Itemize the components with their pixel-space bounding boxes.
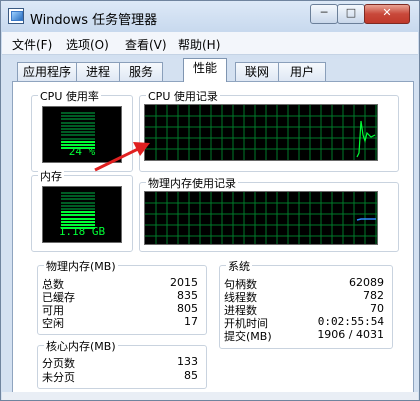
cpu-usage-bar-segment <box>61 137 95 140</box>
stat-value: 85 <box>184 369 198 382</box>
memory-bar-segment <box>61 204 95 207</box>
physical-memory-group: 物理内存(MB) 总数 2015 已缓存 835 可用 805 空闲 17 <box>37 258 207 335</box>
task-manager-app-icon <box>8 8 24 24</box>
memory-bar-segment <box>61 195 95 198</box>
memory-bar-segment <box>61 211 95 214</box>
stat-value: 0:02:55:54 <box>317 315 384 328</box>
tab-strip: 应用程序 进程 服务 性能 联网 用户 <box>1 57 419 82</box>
cpu-usage-meter: 24 % <box>42 106 122 163</box>
cpu-usage-bar-segment <box>61 140 95 143</box>
stat-row-available: 可用 805 <box>42 302 198 317</box>
system-group: 系统 句柄数 62089 线程数 782 进程数 70 开机时间 0:02:55… <box>219 258 393 349</box>
tab-networking[interactable]: 联网 <box>235 62 279 81</box>
maximize-button[interactable]: □ <box>337 4 365 24</box>
kernel-memory-title: 核心内存(MB) <box>44 338 118 354</box>
cpu-usage-value: 24 % <box>68 145 96 158</box>
memory-bar-segment <box>61 198 95 201</box>
stat-value: 133 <box>177 355 198 368</box>
stat-value: 2015 <box>170 276 198 289</box>
menu-help[interactable]: 帮助(H) <box>178 36 220 53</box>
cpu-usage-group: CPU 使用率 24 % <box>31 88 133 172</box>
stat-value: 835 <box>177 289 198 302</box>
cpu-usage-bar-segment <box>61 112 95 114</box>
minimize-button[interactable]: ─ <box>310 4 338 24</box>
cpu-history-trace <box>356 120 376 158</box>
memory-group: 内存 1.18 GB <box>31 168 133 252</box>
tab-services[interactable]: 服务 <box>119 62 163 81</box>
cpu-history-title: CPU 使用记录 <box>146 88 220 104</box>
cpu-usage-title: CPU 使用率 <box>38 88 101 104</box>
stat-label: 提交(MB) <box>224 330 272 343</box>
title-bar: Windows 任务管理器 ─ □ ✕ <box>1 1 419 31</box>
stat-value: 1906 / 4031 <box>317 328 384 341</box>
memory-history-grid <box>145 192 377 244</box>
menu-options[interactable]: 选项(O) <box>66 36 109 53</box>
window-title: Windows 任务管理器 <box>30 13 158 28</box>
stat-row-nonpaged: 未分页 85 <box>42 369 198 384</box>
task-manager-window: Windows 任务管理器 ─ □ ✕ 文件(F) 选项(O) 查看(V) 帮助… <box>0 0 420 401</box>
stat-value: 70 <box>370 302 384 315</box>
memory-meter: 1.18 GB <box>42 186 122 243</box>
kernel-memory-group: 核心内存(MB) 分页数 133 未分页 85 <box>37 338 207 389</box>
memory-history-trace <box>356 218 376 221</box>
stat-row-cached: 已缓存 835 <box>42 289 198 304</box>
tab-users[interactable]: 用户 <box>278 62 326 81</box>
stat-row-handles: 句柄数 62089 <box>224 276 384 291</box>
cpu-usage-bar-segment <box>61 134 95 137</box>
cpu-usage-bar-segment <box>61 124 95 127</box>
cpu-usage-bar-segment <box>61 131 95 134</box>
close-button[interactable]: ✕ <box>364 4 410 24</box>
stat-value: 805 <box>177 302 198 315</box>
menu-file[interactable]: 文件(F) <box>12 36 52 53</box>
memory-bar-segment <box>61 201 95 204</box>
stat-value: 782 <box>363 289 384 302</box>
memory-bar-segment <box>61 217 95 220</box>
cpu-usage-bar-segment <box>61 115 95 118</box>
memory-history-group: 物理内存使用记录 <box>139 175 399 252</box>
stat-row-uptime: 开机时间 0:02:55:54 <box>224 315 384 330</box>
tab-performance[interactable]: 性能 <box>183 58 227 82</box>
memory-bar-segment <box>61 192 95 194</box>
stat-value: 17 <box>184 315 198 328</box>
physical-memory-title: 物理内存(MB) <box>44 258 118 274</box>
memory-history-title: 物理内存使用记录 <box>146 175 238 191</box>
memory-history-graph <box>144 191 378 245</box>
cpu-usage-bar-segment <box>61 128 95 130</box>
stat-row-free: 空闲 17 <box>42 315 198 330</box>
performance-panel: CPU 使用率 24 % CPU 使用记录 内存 1.18 GB 物理内存使用记 <box>12 81 414 393</box>
cpu-history-graph <box>144 104 378 161</box>
memory-bar-segment <box>61 220 95 223</box>
tab-applications[interactable]: 应用程序 <box>17 62 77 81</box>
cpu-usage-bar-segment <box>61 121 95 124</box>
cpu-history-group: CPU 使用记录 <box>139 88 399 172</box>
tab-processes[interactable]: 进程 <box>76 62 120 81</box>
cpu-usage-bar-segment <box>61 118 95 121</box>
menu-bar: 文件(F) 选项(O) 查看(V) 帮助(H) <box>2 32 418 55</box>
stat-label: 未分页 <box>42 371 75 384</box>
stat-row-paged: 分页数 133 <box>42 355 198 370</box>
memory-value: 1.18 GB <box>58 225 106 238</box>
memory-bar-segment <box>61 208 95 210</box>
status-bar <box>2 392 418 400</box>
memory-bar-segment <box>61 214 95 217</box>
menu-view[interactable]: 查看(V) <box>125 36 167 53</box>
stat-label: 空闲 <box>42 317 64 330</box>
stat-value: 62089 <box>349 276 384 289</box>
stat-row-processes: 进程数 70 <box>224 302 384 317</box>
system-title: 系统 <box>226 258 252 274</box>
stat-row-threads: 线程数 782 <box>224 289 384 304</box>
stat-row-total: 总数 2015 <box>42 276 198 291</box>
memory-title: 内存 <box>38 168 64 184</box>
cpu-history-grid <box>145 105 377 160</box>
stat-row-commit: 提交(MB) 1906 / 4031 <box>224 328 384 343</box>
